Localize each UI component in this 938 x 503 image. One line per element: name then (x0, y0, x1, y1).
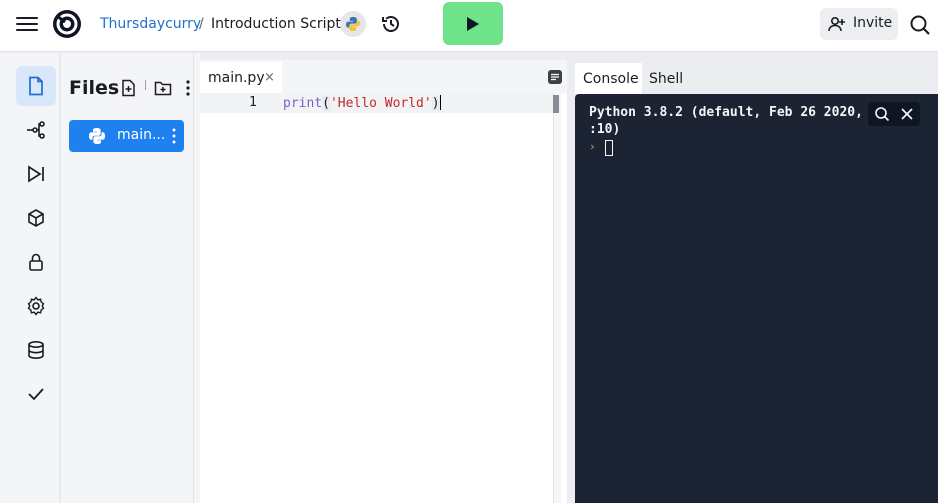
debugger-icon[interactable] (16, 154, 56, 194)
database-icon[interactable] (16, 330, 56, 370)
add-user-icon (828, 16, 845, 32)
editor-scrollbar-thumb[interactable] (553, 95, 559, 113)
console-line-2: :10) (589, 122, 621, 137)
files-panel: Files main... (61, 53, 194, 503)
tab-close-icon[interactable]: × (264, 70, 275, 85)
settings-icon[interactable] (16, 286, 56, 326)
new-file-icon[interactable] (120, 79, 138, 97)
console-text: Python 3.8.2 (default, Feb 26 2020, :10) (589, 104, 889, 138)
new-folder-icon[interactable] (154, 79, 172, 97)
toolbar-divider (145, 80, 146, 90)
top-bar: Thursdaycurry / Introduction Script Invi… (0, 0, 938, 52)
console-toolbar (868, 102, 920, 126)
python-file-icon (89, 128, 105, 144)
console-search-icon[interactable] (874, 106, 890, 122)
tool-sidebar (0, 53, 60, 503)
tab-console[interactable]: Console (575, 63, 642, 94)
file-more-options-icon[interactable] (171, 127, 177, 145)
invite-label: Invite (853, 15, 893, 31)
code-line[interactable]: print('Hello World') (283, 95, 441, 111)
run-button[interactable] (443, 2, 503, 45)
history-icon[interactable] (380, 13, 402, 35)
code-editor[interactable]: 1 print('Hello World') (200, 93, 553, 503)
packages-icon[interactable] (16, 198, 56, 238)
python-language-icon[interactable] (340, 11, 366, 37)
line-number: 1 (249, 95, 257, 110)
more-options-icon[interactable] (184, 79, 192, 97)
file-item-main-py[interactable]: main... (69, 120, 184, 152)
code-token-function: print (283, 96, 323, 111)
play-icon (467, 17, 479, 31)
version-control-icon[interactable] (16, 110, 56, 150)
console-tab-bar: Console Shell (575, 60, 938, 94)
files-panel-title: Files (69, 77, 120, 99)
secrets-icon[interactable] (16, 242, 56, 282)
text-cursor (439, 95, 441, 110)
tab-shell[interactable]: Shell (649, 63, 699, 94)
pane-resize-handle[interactable] (567, 53, 575, 503)
unit-tests-icon[interactable] (16, 374, 56, 414)
tab-console-label: Console (583, 71, 639, 87)
editor-menu-icon[interactable] (547, 69, 563, 85)
breadcrumb-separator: / (199, 16, 204, 32)
search-icon[interactable] (909, 14, 931, 36)
replit-logo-icon[interactable] (51, 8, 83, 40)
editor-tab-bar: main.py × (200, 60, 567, 95)
file-item-label: main... (117, 127, 166, 143)
console-prompt-icon: › (589, 140, 596, 153)
breadcrumb-user-link[interactable]: Thursdaycurry (100, 16, 201, 32)
invite-button[interactable]: Invite (820, 8, 898, 40)
console-clear-icon[interactable] (899, 106, 915, 122)
tab-label: main.py (208, 70, 265, 86)
console-line-1: Python 3.8.2 (default, Feb 26 2020, (589, 105, 863, 120)
code-token-string: 'Hello World' (329, 96, 432, 111)
files-icon[interactable] (16, 66, 56, 106)
hamburger-menu-icon[interactable] (16, 14, 38, 36)
breadcrumb-project-title[interactable]: Introduction Script (211, 16, 341, 32)
code-token-paren-open: ( (322, 96, 330, 111)
console-output[interactable]: Python 3.8.2 (default, Feb 26 2020, :10)… (575, 94, 938, 503)
console-cursor (605, 140, 613, 156)
editor-scrollbar[interactable] (553, 93, 561, 503)
tab-main-py[interactable]: main.py × (200, 62, 282, 95)
code-token-paren-close: ) (431, 96, 440, 111)
tab-shell-label: Shell (649, 71, 684, 87)
